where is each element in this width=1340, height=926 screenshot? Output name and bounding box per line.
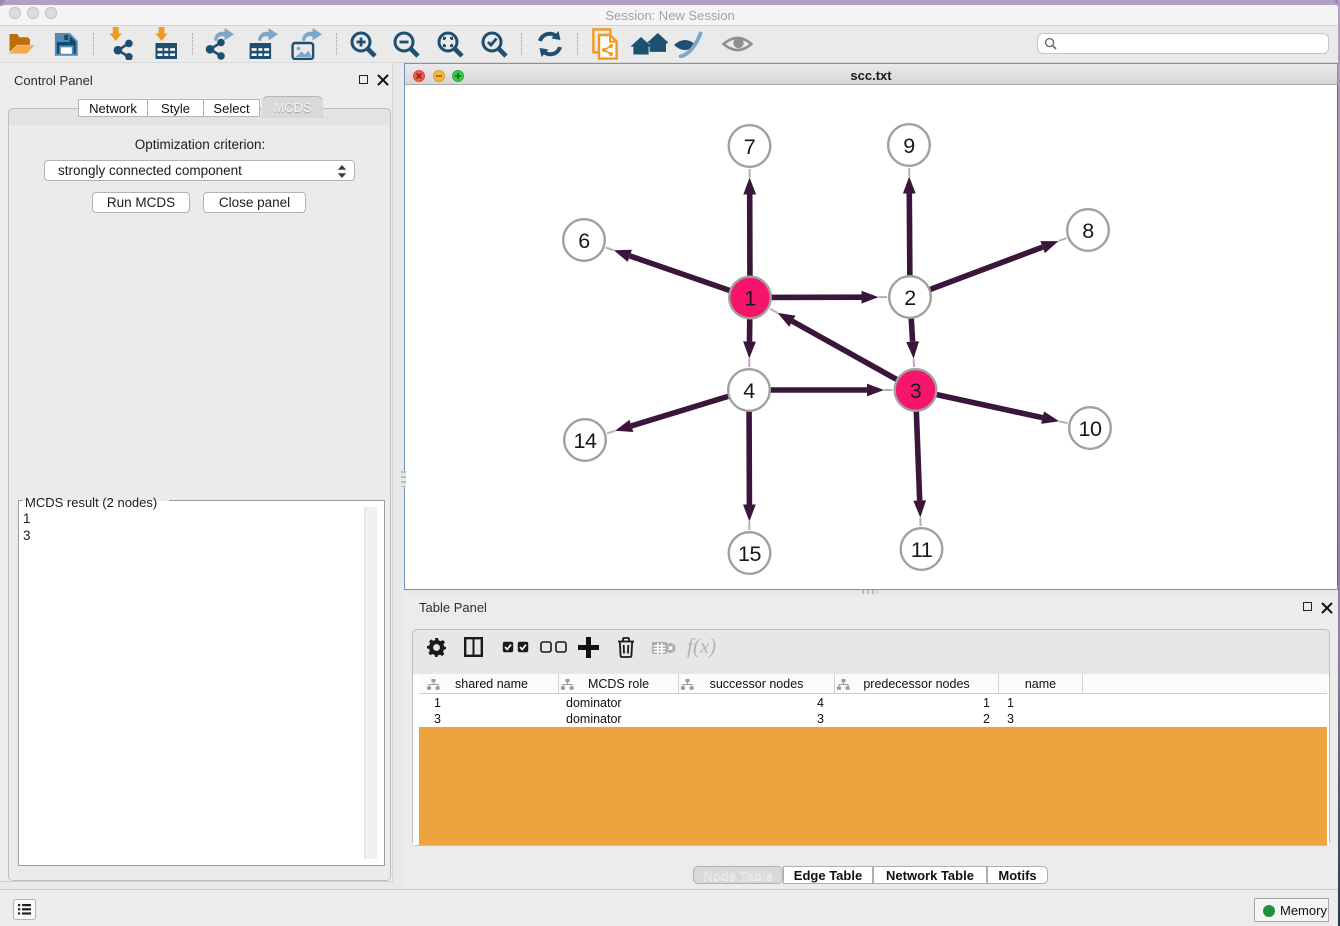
svg-text:10: 10 [1079,417,1102,441]
svg-text:2: 2 [904,286,915,310]
svg-text:15: 15 [738,542,761,566]
svg-text:3: 3 [910,379,922,403]
svg-text:14: 14 [574,429,597,453]
svg-text:11: 11 [911,538,932,562]
svg-text:9: 9 [903,134,914,158]
svg-text:8: 8 [1082,219,1094,243]
svg-text:6: 6 [578,229,590,253]
svg-text:4: 4 [743,379,755,403]
svg-text:7: 7 [744,135,755,159]
svg-text:1: 1 [744,287,755,311]
